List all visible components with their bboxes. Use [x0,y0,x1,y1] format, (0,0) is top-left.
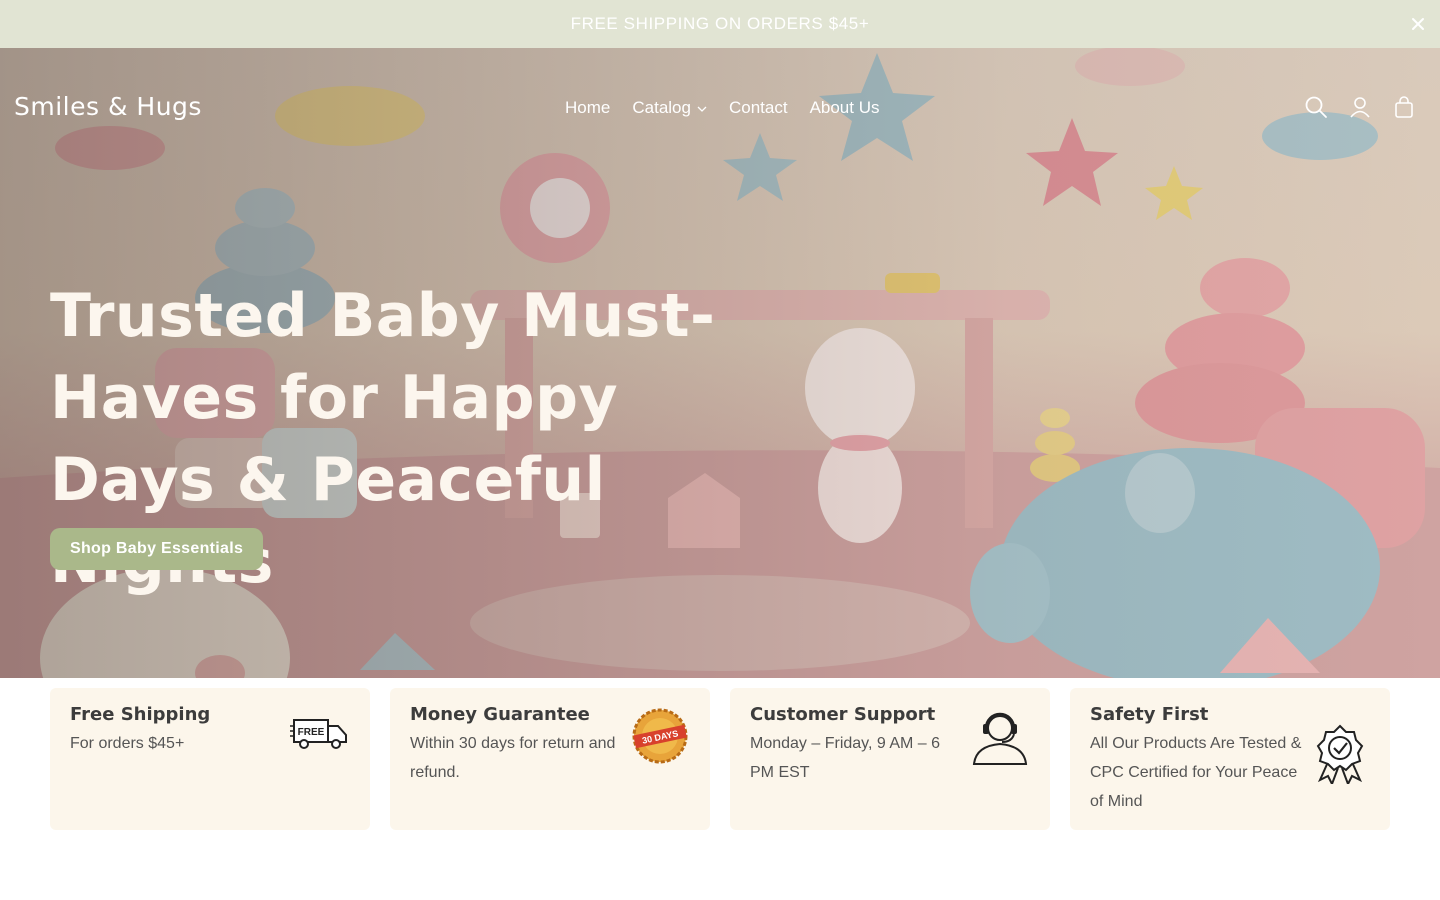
account-icon[interactable] [1348,95,1372,119]
chevron-down-icon [697,98,707,118]
close-icon[interactable] [1406,12,1430,36]
feature-card-money-guarantee: Money Guarantee Within 30 days for retur… [390,688,710,830]
free-delivery-truck-icon: FREE [290,719,347,749]
announcement-text: FREE SHIPPING ON ORDERS $45+ [570,14,870,33]
nav-catalog-label: Catalog [632,98,691,117]
headset-support-icon [972,712,1028,765]
main-nav: Home Catalog Contact About Us [565,98,902,118]
feature-card-free-shipping: Free Shipping For orders $45+ FREE [50,688,370,830]
feature-desc: Within 30 days for return and refund. [410,735,616,781]
nav-home-label: Home [565,98,611,117]
logo[interactable]: Smiles & Hugs [14,92,202,121]
certified-ribbon-icon [1316,724,1364,784]
cart-icon[interactable] [1392,95,1416,119]
announcement-bar: FREE SHIPPING ON ORDERS $45+ [0,0,1440,48]
features-row: Free Shipping For orders $45+ FREE Money… [50,688,1390,830]
money-back-badge-icon: 30 DAYS [632,708,688,764]
shop-baby-essentials-button[interactable]: Shop Baby Essentials [50,528,264,570]
header-actions [1304,95,1416,119]
feature-card-safety-first: Safety First All Our Products Are Tested… [1070,688,1390,830]
nav-contact[interactable]: Contact [729,98,788,118]
site-header: Smiles & Hugs Home Catalog Contact About… [0,48,1440,168]
feature-desc: For orders $45+ [70,735,185,752]
search-icon[interactable] [1304,95,1328,119]
feature-desc: Monday – Friday, 9 AM – 6 PM EST [750,735,941,781]
nav-contact-label: Contact [728,98,788,117]
nav-catalog[interactable]: Catalog [632,98,707,118]
nav-home[interactable]: Home [565,98,610,118]
free-badge-text: FREE [298,727,325,738]
feature-title: Safety First [1090,704,1209,725]
feature-desc: All Our Products Are Tested & CPC Certif… [1090,735,1302,810]
feature-card-customer-support: Customer Support Monday – Friday, 9 AM –… [730,688,1050,830]
nav-about-us[interactable]: About Us [810,98,880,118]
nav-about-us-label: About Us [809,98,880,117]
